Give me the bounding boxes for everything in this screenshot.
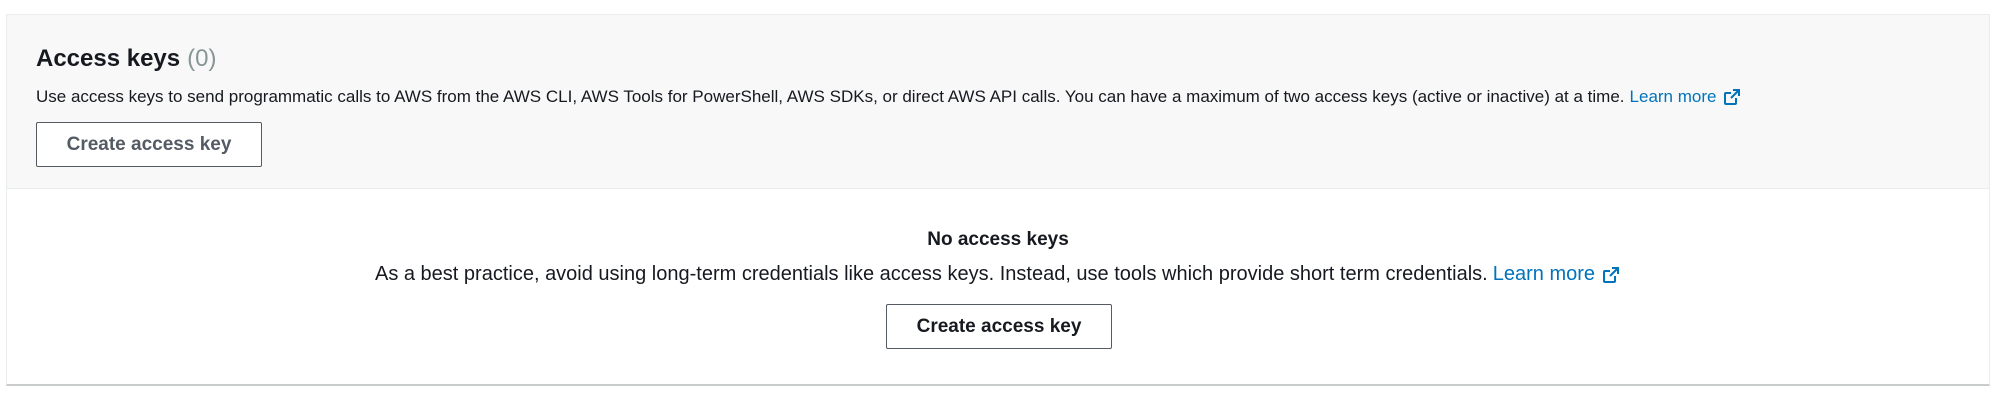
external-link-icon — [1724, 89, 1741, 105]
title-row: Access keys (0) — [36, 45, 1989, 75]
empty-state-title: No access keys — [927, 229, 1069, 250]
empty-state-create-access-key-button[interactable]: Create access key — [886, 304, 1112, 349]
external-link-icon — [1603, 266, 1620, 283]
panel-description-row: Use access keys to send programmatic cal… — [36, 87, 1989, 107]
panel-header: Access keys (0) Use access keys to send … — [7, 15, 1989, 189]
empty-state-learn-more-link[interactable]: Learn more — [1493, 263, 1621, 286]
learn-more-label: Learn more — [1629, 87, 1717, 106]
empty-state-learn-more-label: Learn more — [1492, 263, 1596, 285]
empty-state-description: As a best practice, avoid using long-ter… — [374, 263, 1488, 285]
panel-description: Use access keys to send programmatic cal… — [36, 87, 1625, 106]
empty-state-description-row: As a best practice, avoid using long-ter… — [7, 263, 1989, 286]
panel-title: Access keys — [36, 45, 181, 72]
access-keys-panel: Access keys (0) Use access keys to send … — [6, 14, 1990, 386]
access-key-count: (0) — [187, 45, 217, 72]
empty-state: No access keys As a best practice, avoid… — [7, 189, 1989, 385]
learn-more-link[interactable]: Learn more — [1630, 87, 1743, 107]
create-access-key-button[interactable]: Create access key — [36, 122, 262, 167]
